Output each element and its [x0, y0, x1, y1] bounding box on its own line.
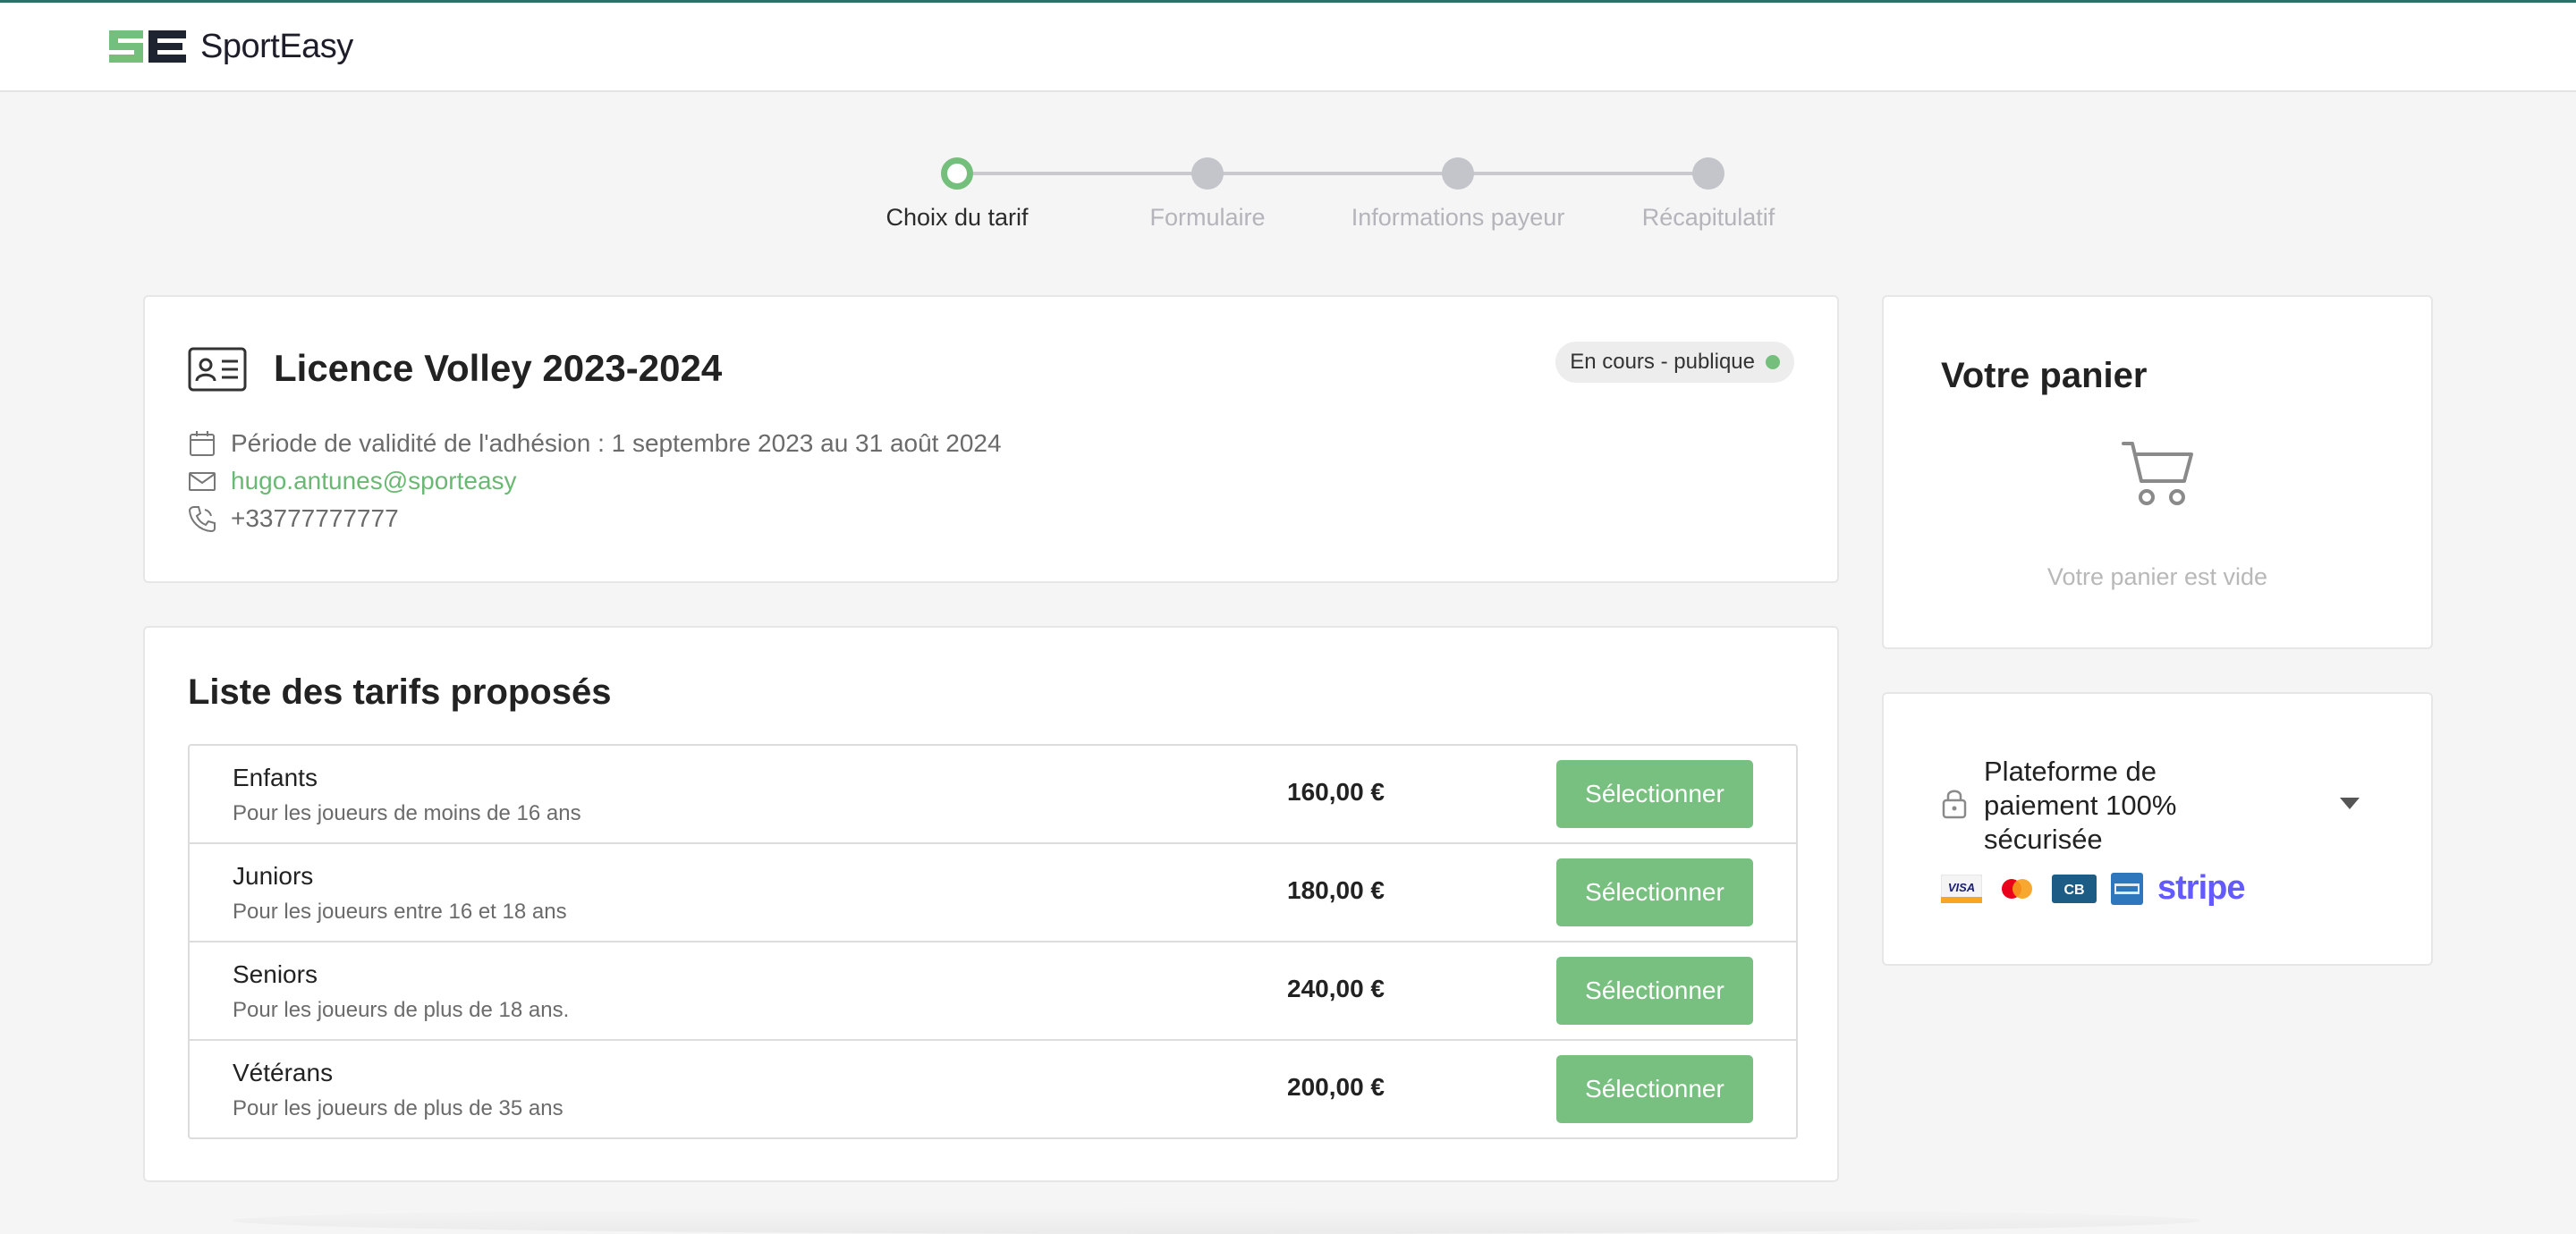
chevron-down-icon[interactable] [2340, 798, 2360, 809]
shopping-cart-icon [2122, 442, 2193, 505]
table-row: Vétérans Pour les joueurs de plus de 35 … [190, 1041, 1796, 1139]
step-choix-du-tarif[interactable]: Choix du tarif [823, 154, 1091, 232]
tariff-description: Pour les joueurs de plus de 18 ans. [233, 998, 570, 1022]
mastercard-icon [2002, 878, 2032, 899]
app-header: SportEasy [0, 3, 2576, 92]
sporteasy-logo[interactable]: SportEasy [107, 24, 353, 69]
step-dot [1191, 157, 1224, 190]
license-title: Licence Volley 2023-2024 [274, 347, 723, 389]
tariff-price: 180,00 € [1287, 876, 1385, 904]
status-dot [1766, 355, 1780, 369]
cart-card: Votre panier Votre panier est vide [1882, 295, 2433, 649]
scroll-shadow [233, 1207, 2200, 1234]
tariff-price: 200,00 € [1287, 1073, 1385, 1101]
cart-title: Votre panier [1941, 356, 2148, 395]
se-logo-icon [109, 30, 186, 63]
step-recapitulatif[interactable]: Récapitulatif [1574, 154, 1843, 232]
step-label: Informations payeur [1351, 204, 1565, 231]
phone-row: +33777777777 [186, 503, 399, 535]
cb-icon: CB [2052, 874, 2097, 903]
step-dot-active [941, 157, 973, 190]
status-badge: En cours - publique [1555, 342, 1794, 383]
id-card-icon [188, 347, 247, 392]
phone-icon [186, 503, 218, 535]
phone-text: +33777777777 [231, 504, 399, 532]
tariff-name: Juniors [233, 862, 314, 890]
select-enfants-button[interactable]: Sélectionner [1556, 760, 1753, 828]
tariff-description: Pour les joueurs de plus de 35 ans [233, 1096, 564, 1120]
tariffs-title: Liste des tarifs proposés [188, 672, 612, 712]
select-veterans-button[interactable]: Sélectionner [1556, 1055, 1753, 1123]
tariff-description: Pour les joueurs de moins de 16 ans [233, 801, 581, 825]
select-juniors-button[interactable]: Sélectionner [1556, 858, 1753, 926]
payment-logos: VISA CB stripe [1941, 869, 2258, 908]
mail-icon [186, 465, 218, 497]
tariff-name: Enfants [233, 764, 318, 791]
visa-icon: VISA [1941, 874, 1982, 903]
step-dot [1692, 157, 1724, 190]
table-row: Enfants Pour les joueurs de moins de 16 … [190, 746, 1796, 844]
tariff-name: Vétérans [233, 1059, 334, 1086]
progress-stepper: Choix du tarif Formulaire Informations p… [805, 154, 1807, 243]
svg-text:CB: CB [2063, 883, 2084, 898]
lock-icon [1942, 790, 1967, 819]
step-informations-payeur[interactable]: Informations payeur [1324, 154, 1592, 232]
svg-text:VISA: VISA [1948, 881, 1975, 894]
step-label: Formulaire [1149, 204, 1266, 231]
validity-row: Période de validité de l'adhésion : 1 se… [186, 427, 1002, 460]
tariff-description: Pour les joueurs entre 16 et 18 ans [233, 900, 567, 924]
table-row: Juniors Pour les joueurs entre 16 et 18 … [190, 844, 1796, 942]
select-seniors-button[interactable]: Sélectionner [1556, 957, 1753, 1025]
table-row: Seniors Pour les joueurs de plus de 18 a… [190, 942, 1796, 1041]
status-badge-label: En cours - publique [1570, 350, 1755, 374]
step-formulaire[interactable]: Formulaire [1073, 154, 1342, 232]
tariff-name: Seniors [233, 960, 318, 988]
email-link[interactable]: hugo.antunes@sporteasy [231, 467, 517, 495]
stripe-logo: stripe [2157, 869, 2245, 907]
tariffs-card: Liste des tarifs proposés Enfants Pour l… [143, 626, 1839, 1182]
tariff-price: 160,00 € [1287, 778, 1385, 806]
amex-icon [2111, 872, 2143, 905]
tariff-price: 240,00 € [1287, 975, 1385, 1002]
cart-empty-text: Votre panier est vide [2046, 563, 2268, 590]
email-row: hugo.antunes@sporteasy [186, 465, 517, 497]
validity-text: Période de validité de l'adhésion : 1 se… [231, 429, 1002, 457]
payment-card[interactable]: Plateforme de paiement 100% sécurisée VI… [1882, 692, 2433, 966]
step-label: Choix du tarif [886, 204, 1029, 231]
payment-security-text: Plateforme de paiement 100% sécurisée [1984, 756, 2177, 855]
step-label: Récapitulatif [1641, 204, 1775, 231]
license-card: Licence Volley 2023-2024 En cours - publ… [143, 295, 1839, 583]
calendar-icon [186, 427, 218, 460]
brand-name: SportEasy [200, 27, 353, 65]
step-dot [1442, 157, 1474, 190]
tariffs-table: Enfants Pour les joueurs de moins de 16 … [188, 744, 1798, 1139]
